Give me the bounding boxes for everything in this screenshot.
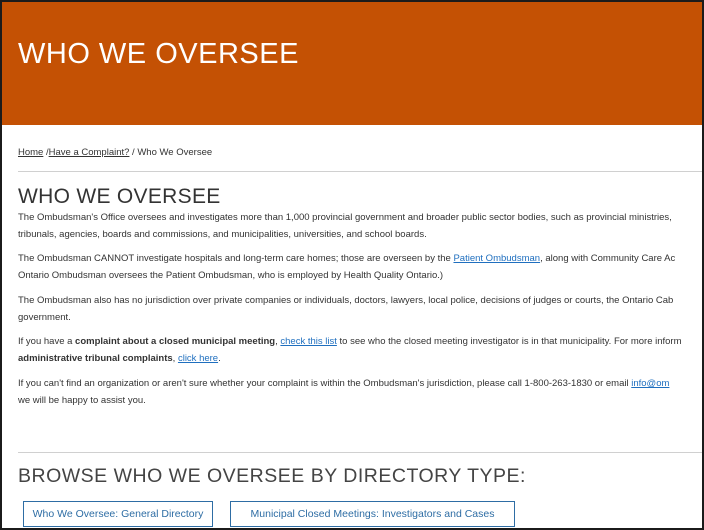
- tribunal-emphasis: administrative tribunal complaints: [18, 353, 173, 364]
- paragraph-line: tribunals, agencies, boards and commissi…: [18, 229, 427, 240]
- breadcrumb: Home /Have a Complaint? / Who We Oversee: [18, 147, 212, 158]
- paragraph-text: .: [218, 353, 221, 364]
- paragraph-line: Ontario Ombudsman oversees the Patient O…: [18, 270, 444, 281]
- browser-frame: WHO WE OVERSEE Home /Have a Complaint? /…: [0, 0, 704, 530]
- page-title: WHO WE OVERSEE: [18, 185, 221, 208]
- paragraph-line: The Ombudsman also has no jurisdiction o…: [18, 295, 674, 306]
- jurisdiction-paragraph: The Ombudsman also has no jurisdiction o…: [18, 292, 702, 326]
- paragraph-line: The Ombudsman's Office oversees and inve…: [18, 212, 672, 223]
- exclusions-paragraph: The Ombudsman CANNOT investigate hospita…: [18, 250, 702, 284]
- paragraph-text: If you have a: [18, 336, 76, 347]
- breadcrumb-complaint-link[interactable]: Have a Complaint?: [49, 147, 130, 158]
- divider: [18, 452, 702, 453]
- hero-title: WHO WE OVERSEE: [18, 38, 299, 70]
- paragraph-line: government.: [18, 312, 71, 323]
- paragraph-line: we will be happy to assist you.: [18, 395, 146, 406]
- breadcrumb-home-link[interactable]: Home: [18, 147, 43, 158]
- closed-meetings-button[interactable]: Municipal Closed Meetings: Investigators…: [230, 501, 515, 527]
- closed-meeting-emphasis: complaint about a closed municipal meeti…: [75, 336, 276, 347]
- hero-banner: WHO WE OVERSEE: [2, 2, 702, 125]
- breadcrumb-current: Who We Oversee: [137, 147, 213, 158]
- paragraph-text: The Ombudsman CANNOT investigate hospita…: [18, 253, 454, 264]
- click-here-link[interactable]: click here: [178, 353, 218, 364]
- check-this-list-link[interactable]: check this list: [280, 336, 337, 347]
- email-link[interactable]: info@om: [631, 378, 669, 389]
- general-directory-button[interactable]: Who We Oversee: General Directory: [23, 501, 213, 527]
- closed-meeting-paragraph: If you have a complaint about a closed m…: [18, 333, 702, 367]
- patient-ombudsman-link[interactable]: Patient Ombudsman: [453, 253, 540, 264]
- paragraph-text: , along with Community Care Ac: [540, 253, 676, 264]
- contact-paragraph: If you can't find an organization or are…: [18, 375, 702, 409]
- browse-heading: BROWSE WHO WE OVERSEE BY DIRECTORY TYPE:: [18, 465, 526, 487]
- paragraph-text: If you can't find an organization or are…: [18, 378, 632, 389]
- intro-paragraph: The Ombudsman's Office oversees and inve…: [18, 209, 702, 243]
- divider: [18, 171, 702, 172]
- paragraph-text: to see who the closed meeting investigat…: [336, 336, 682, 347]
